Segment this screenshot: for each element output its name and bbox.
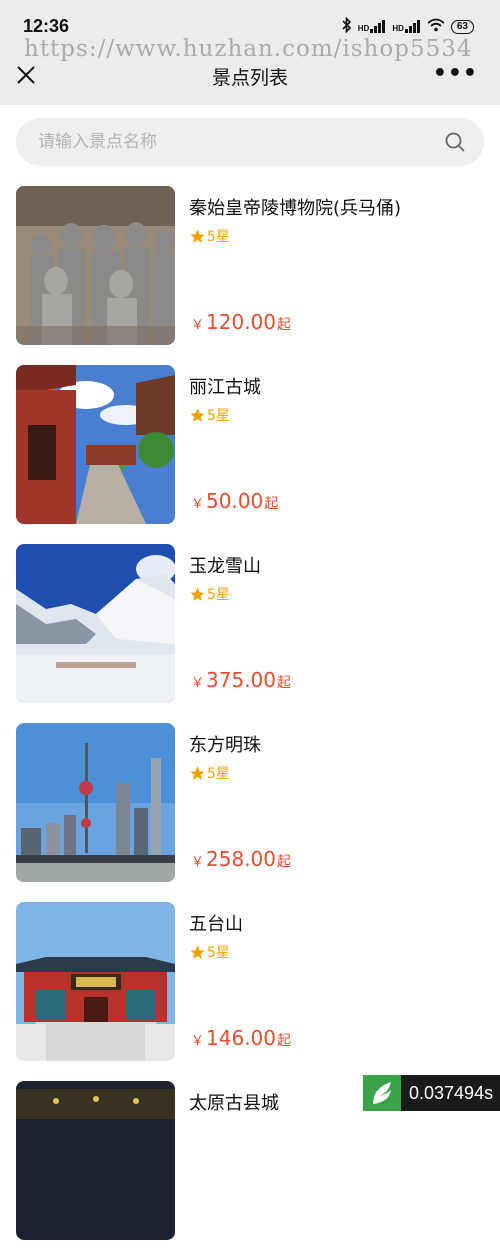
wifi-icon: [427, 18, 445, 35]
price-suffix: 起: [277, 675, 291, 691]
attraction-image: [16, 186, 175, 345]
rating: 5星: [189, 584, 230, 604]
attraction-image: [16, 1081, 175, 1240]
more-icon[interactable]: •••: [433, 61, 478, 86]
currency-symbol: ￥: [191, 497, 205, 512]
status-time: 12:36: [23, 16, 70, 36]
header-area: 12:36 HD HD 63 https://www.huzhan.com/is…: [0, 0, 500, 105]
search-bar: [16, 118, 484, 166]
list-item[interactable]: 秦始皇帝陵博物院(兵马俑) 5星 ￥ 120.00 起: [0, 186, 500, 365]
attraction-image: [16, 365, 175, 524]
attraction-image: [16, 723, 175, 882]
price-value: 50.00: [206, 489, 264, 513]
attraction-name: 太原古县城: [189, 1093, 279, 1114]
rating-label: 5星: [207, 945, 230, 961]
list-item[interactable]: 玉龙雪山 5星 ￥ 375.00 起: [0, 544, 500, 723]
rating: 5星: [189, 763, 230, 783]
price-value: 375.00: [206, 668, 276, 692]
search-input[interactable]: [16, 118, 416, 166]
title-bar: 景点列表 •••: [0, 55, 500, 97]
attraction-name: 五台山: [189, 914, 243, 935]
currency-symbol: ￥: [191, 318, 205, 333]
attraction-image: [16, 902, 175, 1061]
list-item[interactable]: 东方明珠 5星 ￥ 258.00 起: [0, 723, 500, 902]
signal-hd-label: HD: [357, 24, 370, 33]
attraction-name: 玉龙雪山: [189, 556, 261, 577]
price: ￥ 50.00 起: [191, 489, 278, 513]
price-suffix: 起: [277, 1033, 291, 1049]
search-icon[interactable]: [444, 131, 466, 153]
price-suffix: 起: [264, 496, 279, 512]
price-value: 146.00: [206, 1026, 276, 1050]
signal-icon-2: HD: [392, 20, 421, 33]
price: ￥ 120.00 起: [191, 310, 291, 334]
rating-label: 5星: [207, 229, 230, 245]
currency-symbol: ￥: [191, 676, 205, 691]
star-icon: [190, 228, 205, 243]
star-icon: [190, 586, 205, 601]
attraction-image: [16, 544, 175, 703]
rating: 5星: [189, 942, 230, 962]
page-title: 景点列表: [211, 67, 288, 89]
star-icon: [190, 944, 205, 959]
attraction-name: 东方明珠: [189, 735, 261, 756]
price-value: 120.00: [206, 310, 276, 334]
price: ￥ 146.00 起: [191, 1026, 291, 1050]
rating: 5星: [189, 226, 230, 246]
currency-symbol: ￥: [191, 855, 205, 870]
list-item[interactable]: 五台山 5星 ￥ 146.00 起: [0, 902, 500, 1081]
signal-icon: HD: [358, 20, 387, 33]
attraction-name: 秦始皇帝陵博物院(兵马俑): [189, 198, 402, 219]
rating-label: 5星: [207, 587, 230, 603]
rating: 5星: [189, 405, 230, 425]
status-bar: 12:36 HD HD 63: [0, 0, 500, 36]
signal-hd-label-2: HD: [392, 24, 404, 33]
timer-badge: 0.037494s: [363, 1075, 500, 1111]
price: ￥ 258.00 起: [191, 847, 291, 871]
timer-value: 0.037494s: [409, 1082, 494, 1103]
battery-icon: 63: [450, 19, 474, 34]
price-suffix: 起: [277, 317, 291, 333]
rating-label: 5星: [207, 766, 230, 782]
bluetooth-icon: [342, 16, 352, 36]
leaf-logo-icon: [363, 1075, 401, 1111]
price: ￥ 375.00 起: [191, 668, 291, 692]
price-value: 258.00: [206, 847, 276, 871]
list-item[interactable]: 丽江古城 5星 ￥ 50.00 起: [0, 365, 500, 544]
star-icon: [190, 765, 205, 780]
status-icons: HD HD 63: [342, 16, 474, 36]
attraction-name: 丽江古城: [189, 377, 261, 398]
star-icon: [190, 407, 205, 422]
currency-symbol: ￥: [191, 1034, 205, 1049]
price-suffix: 起: [277, 854, 291, 870]
rating-label: 5星: [207, 408, 230, 424]
